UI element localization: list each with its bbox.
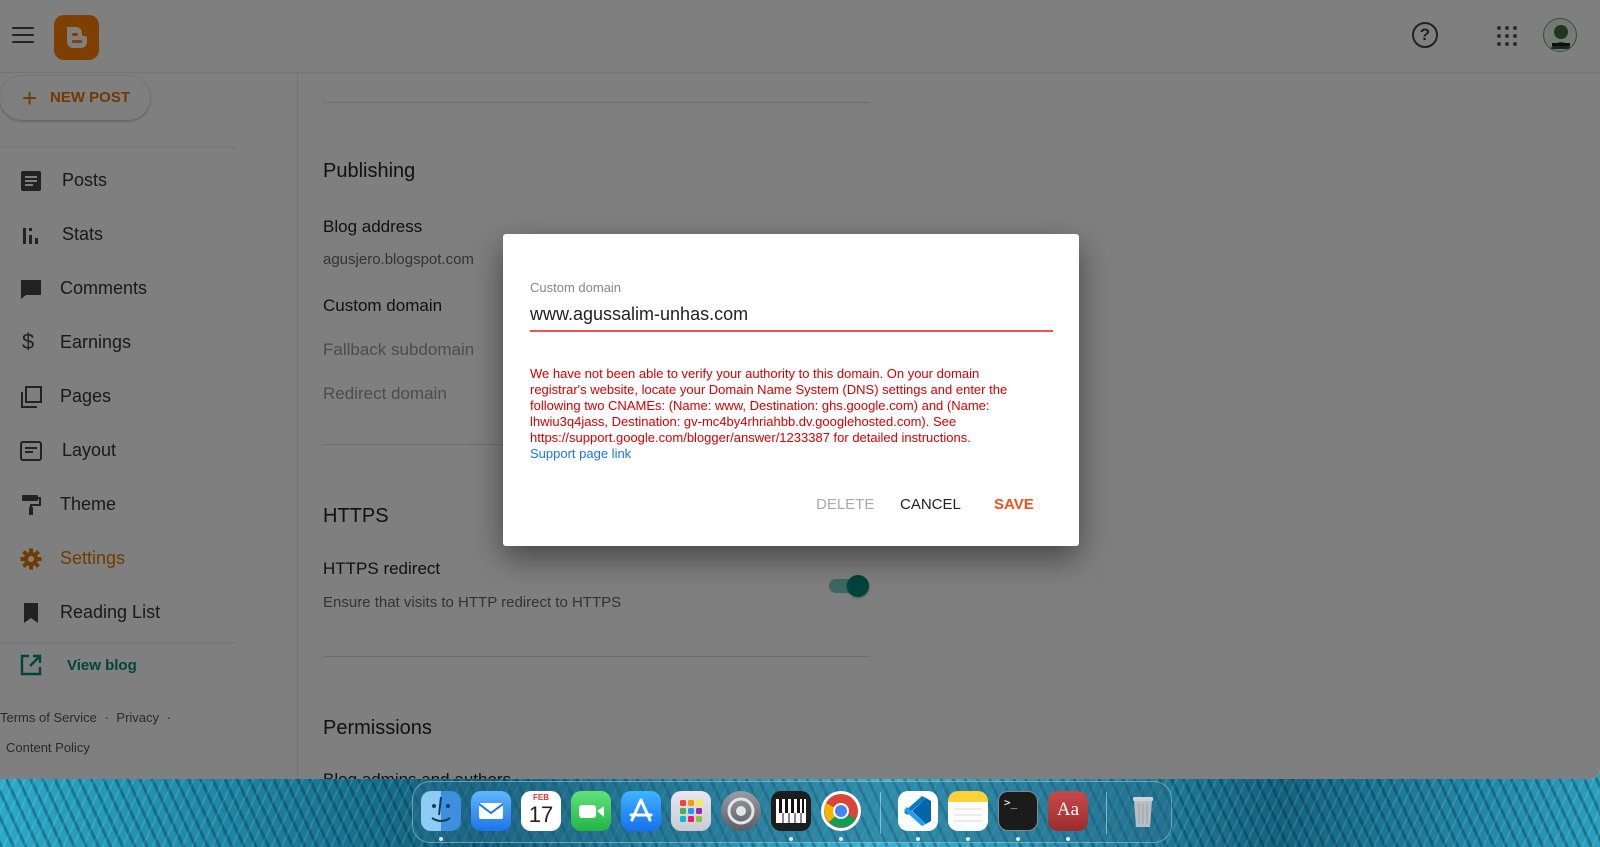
vscode-icon[interactable] <box>898 791 938 831</box>
terminal-icon[interactable]: >_ <box>998 791 1038 831</box>
launchpad-icon[interactable] <box>671 791 711 831</box>
calendar-day: 17 <box>528 802 554 827</box>
custom-domain-input[interactable] <box>530 298 1053 332</box>
dock: FEB 17 >_ Aa <box>412 781 1172 843</box>
chrome-icon[interactable] <box>821 791 861 831</box>
custom-domain-dialog: Custom domain We have not been able to v… <box>503 234 1079 546</box>
calendar-month: FEB <box>533 793 549 802</box>
terminal-prompt: >_ <box>1004 796 1018 809</box>
dictionary-label: Aa <box>1056 799 1080 820</box>
finder-icon[interactable] <box>421 791 461 831</box>
piano-app-icon[interactable] <box>771 791 811 831</box>
app-store-icon[interactable] <box>621 791 661 831</box>
notes-icon[interactable] <box>948 791 988 831</box>
support-page-link[interactable]: Support page link <box>530 446 631 461</box>
calendar-icon[interactable]: FEB 17 <box>521 791 561 831</box>
dictionary-icon[interactable]: Aa <box>1048 791 1088 831</box>
custom-domain-field-label: Custom domain <box>530 280 622 295</box>
browser-window: ? + NEW POST Posts Stats Comme <box>0 0 1600 779</box>
delete-button[interactable]: DELETE <box>816 488 874 522</box>
facetime-icon[interactable] <box>571 791 611 831</box>
domain-verification-error: We have not been able to verify your aut… <box>530 366 1008 445</box>
mail-icon[interactable] <box>471 791 511 831</box>
save-button[interactable]: SAVE <box>994 488 1034 522</box>
trash-icon[interactable] <box>1123 791 1163 831</box>
cancel-button[interactable]: CANCEL <box>900 488 961 522</box>
system-preferences-icon[interactable] <box>721 791 761 831</box>
